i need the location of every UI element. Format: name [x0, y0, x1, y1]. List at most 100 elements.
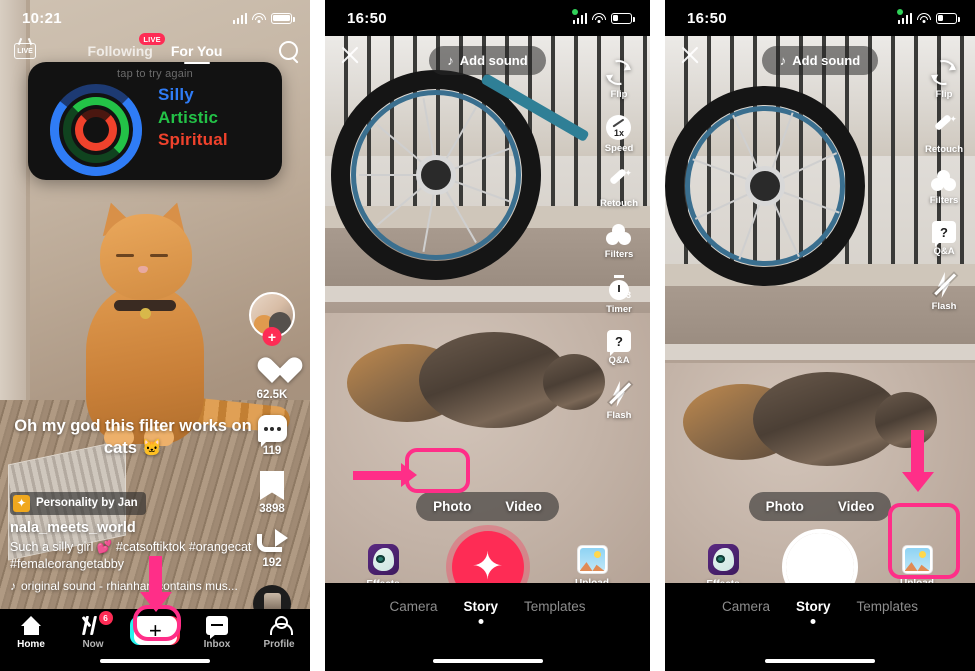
tool-qa[interactable]: ? Q&A	[932, 221, 956, 257]
search-icon[interactable]	[278, 40, 300, 62]
add-sound-label: Add sound	[459, 52, 528, 68]
tool-retouch[interactable]: Retouch	[600, 168, 638, 209]
video-text-overlay-label: Oh my god this filter works on cats 🐱	[14, 417, 252, 458]
share-arrow-icon	[256, 529, 288, 554]
home-indicator	[765, 658, 875, 663]
tab-camera[interactable]: Camera	[722, 599, 770, 614]
camera-active-dot	[897, 9, 903, 15]
tab-inbox-label: Inbox	[203, 639, 231, 650]
home-indicator	[432, 658, 543, 663]
annotation-highlight-create-button	[133, 605, 181, 641]
filter-result-card[interactable]: tap to try again Silly Artistic Spiritua…	[28, 62, 282, 180]
status-time: 16:50	[687, 9, 727, 27]
timer-icon: 3	[607, 275, 631, 301]
tool-timer[interactable]: 3 Timer	[606, 275, 632, 315]
tab-for-you[interactable]: For You	[171, 43, 223, 63]
tool-qa-label: Q&A	[608, 355, 630, 366]
share-count: 192	[262, 557, 282, 569]
wheel-hub	[745, 166, 785, 206]
bicycle-wheel	[665, 86, 865, 286]
music-note-icon: ♪	[447, 52, 454, 68]
tool-qa-label: Q&A	[933, 246, 955, 257]
tool-retouch[interactable]: Retouch	[925, 114, 963, 155]
bookmark-button[interactable]: 3898	[259, 471, 285, 515]
speed-value: 1x	[613, 128, 624, 138]
close-icon[interactable]	[679, 44, 701, 66]
tool-flip[interactable]: Flip	[926, 55, 961, 100]
tool-filters[interactable]: Filters	[930, 170, 958, 206]
ring-labels: Silly Artistic Spiritual	[158, 84, 228, 152]
live-button[interactable]: LIVE	[10, 36, 40, 66]
flash-off-icon	[607, 381, 631, 407]
tool-speed[interactable]: 1x Speed	[605, 115, 633, 154]
like-count: 62.5K	[256, 389, 288, 401]
activity-rings	[50, 84, 142, 176]
status-time: 10:21	[22, 9, 62, 27]
qa-glyph: ?	[615, 333, 623, 349]
comment-button[interactable]: 119	[257, 415, 287, 457]
upload-image-icon	[576, 545, 608, 574]
tab-for-you-label: For You	[170, 43, 223, 59]
tool-filters[interactable]: Filters	[604, 224, 634, 260]
feed-action-rail: + 62.5K 119 3898 192	[244, 292, 300, 623]
baseboard	[665, 344, 975, 360]
live-tv-icon: LIVE	[14, 43, 36, 59]
cat-head	[100, 214, 192, 300]
tool-flip[interactable]: Flip	[601, 55, 636, 100]
wifi-icon	[592, 12, 606, 24]
annotation-highlight-upload-button	[888, 503, 960, 579]
add-sound-button[interactable]: ♪ Add sound	[429, 45, 546, 75]
video-meta: Personality by Jan nala_meets_world Such…	[10, 491, 256, 593]
annotation-arrow-upload	[901, 430, 934, 492]
tool-qa[interactable]: ? Q&A	[607, 330, 631, 366]
ring-label-artistic: Artistic	[158, 107, 219, 127]
wheel-hub	[416, 155, 456, 195]
effect-tag-label: Personality by Jan	[36, 497, 138, 509]
bookmark-icon	[260, 471, 284, 500]
mode-video[interactable]: Video	[821, 492, 892, 521]
close-icon[interactable]	[339, 44, 361, 66]
mode-photo[interactable]: Photo	[749, 492, 821, 521]
tab-templates[interactable]: Templates	[857, 599, 919, 614]
tab-camera[interactable]: Camera	[389, 599, 437, 614]
three-phone-screenshot-strip: 10:21 LIVE Following LIVE For You tap to…	[0, 0, 975, 671]
sidebar-item-profile[interactable]: Profile	[248, 616, 310, 650]
share-button[interactable]: 192	[256, 529, 288, 569]
tab-following[interactable]: Following LIVE	[88, 33, 165, 63]
camera-tool-rail: Flip 1x Speed Retouch Filters 3 Timer	[592, 55, 646, 436]
retouch-wand-icon	[931, 114, 957, 141]
camera-active-dot	[572, 9, 578, 15]
follow-button[interactable]: +	[262, 327, 282, 346]
qa-icon: ?	[932, 221, 956, 247]
sidebar-item-home[interactable]: Home	[0, 616, 62, 650]
status-bar: 10:21	[0, 0, 310, 36]
capture-mode-switch: Photo Video	[325, 492, 650, 521]
tool-flash[interactable]: Flash	[607, 381, 632, 421]
sidebar-item-now[interactable]: 6 Now	[62, 611, 124, 650]
tab-home-label: Home	[17, 639, 45, 650]
like-button[interactable]: 62.5K	[257, 358, 288, 401]
tool-flash[interactable]: Flash	[932, 272, 957, 312]
sound-row[interactable]: ♪ original sound - rhianhart contains mu…	[10, 579, 256, 593]
sidebar-item-inbox[interactable]: Inbox	[186, 616, 248, 650]
video-text-overlay: Oh my god this filter works on cats 🐱	[14, 415, 252, 460]
tool-retouch-label: Retouch	[925, 144, 963, 155]
tab-story[interactable]: Story	[463, 599, 498, 614]
tab-story[interactable]: Story	[796, 599, 831, 614]
tool-filters-label: Filters	[604, 249, 634, 260]
tool-timer-label: Timer	[606, 304, 632, 315]
effect-tag[interactable]: Personality by Jan	[10, 491, 146, 515]
flip-camera-icon	[926, 55, 961, 90]
retouch-wand-icon	[606, 168, 632, 195]
mode-photo[interactable]: Photo	[416, 492, 488, 521]
author-avatar-button[interactable]: +	[249, 292, 295, 346]
ring-label-silly: Silly	[158, 85, 194, 104]
mode-pill: Photo Video	[416, 492, 559, 521]
add-sound-button[interactable]: ♪ Add sound	[761, 45, 879, 75]
wifi-icon	[917, 12, 931, 24]
tab-templates[interactable]: Templates	[524, 599, 586, 614]
mode-video[interactable]: Video	[488, 492, 559, 521]
cellular-signal-icon	[232, 12, 247, 24]
mode-pill: Photo Video	[748, 492, 892, 521]
author-username[interactable]: nala_meets_world	[10, 520, 256, 536]
